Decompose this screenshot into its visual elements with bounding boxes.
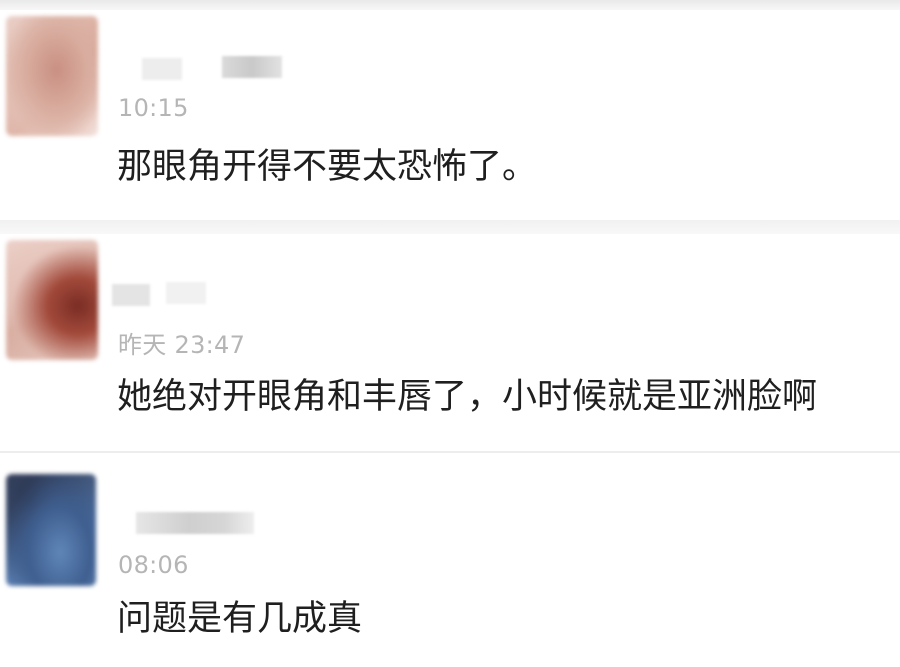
username-blurred[interactable] <box>142 58 182 80</box>
comment-timestamp: 08:06 <box>118 551 189 579</box>
comment-text: 问题是有几成真 <box>117 599 363 639</box>
avatar[interactable] <box>6 16 98 136</box>
username-blurred[interactable] <box>166 282 206 304</box>
comment-timestamp: 昨天 23:47 <box>118 331 246 359</box>
divider <box>0 220 900 234</box>
comment-timestamp: 10:15 <box>118 94 189 122</box>
username-blurred[interactable] <box>136 512 254 534</box>
username-blurred[interactable] <box>112 284 150 306</box>
avatar[interactable] <box>6 240 98 360</box>
top-edge <box>0 0 900 10</box>
avatar[interactable] <box>6 474 96 586</box>
username-blurred[interactable] <box>222 56 282 78</box>
comment-list: 10:15 那眼角开得不要太恐怖了。 昨天 23:47 她绝对开眼角和丰唇了，小… <box>0 0 900 667</box>
comment-text: 她绝对开眼角和丰唇了，小时候就是亚洲脸啊 <box>117 377 818 417</box>
comment-text: 那眼角开得不要太恐怖了。 <box>117 147 538 187</box>
comment-item[interactable]: 08:06 问题是有几成真 <box>0 466 900 667</box>
divider <box>0 451 900 453</box>
comment-item[interactable]: 昨天 23:47 她绝对开眼角和丰唇了，小时候就是亚洲脸啊 <box>0 234 900 452</box>
comment-item[interactable]: 10:15 那眼角开得不要太恐怖了。 <box>0 10 900 222</box>
